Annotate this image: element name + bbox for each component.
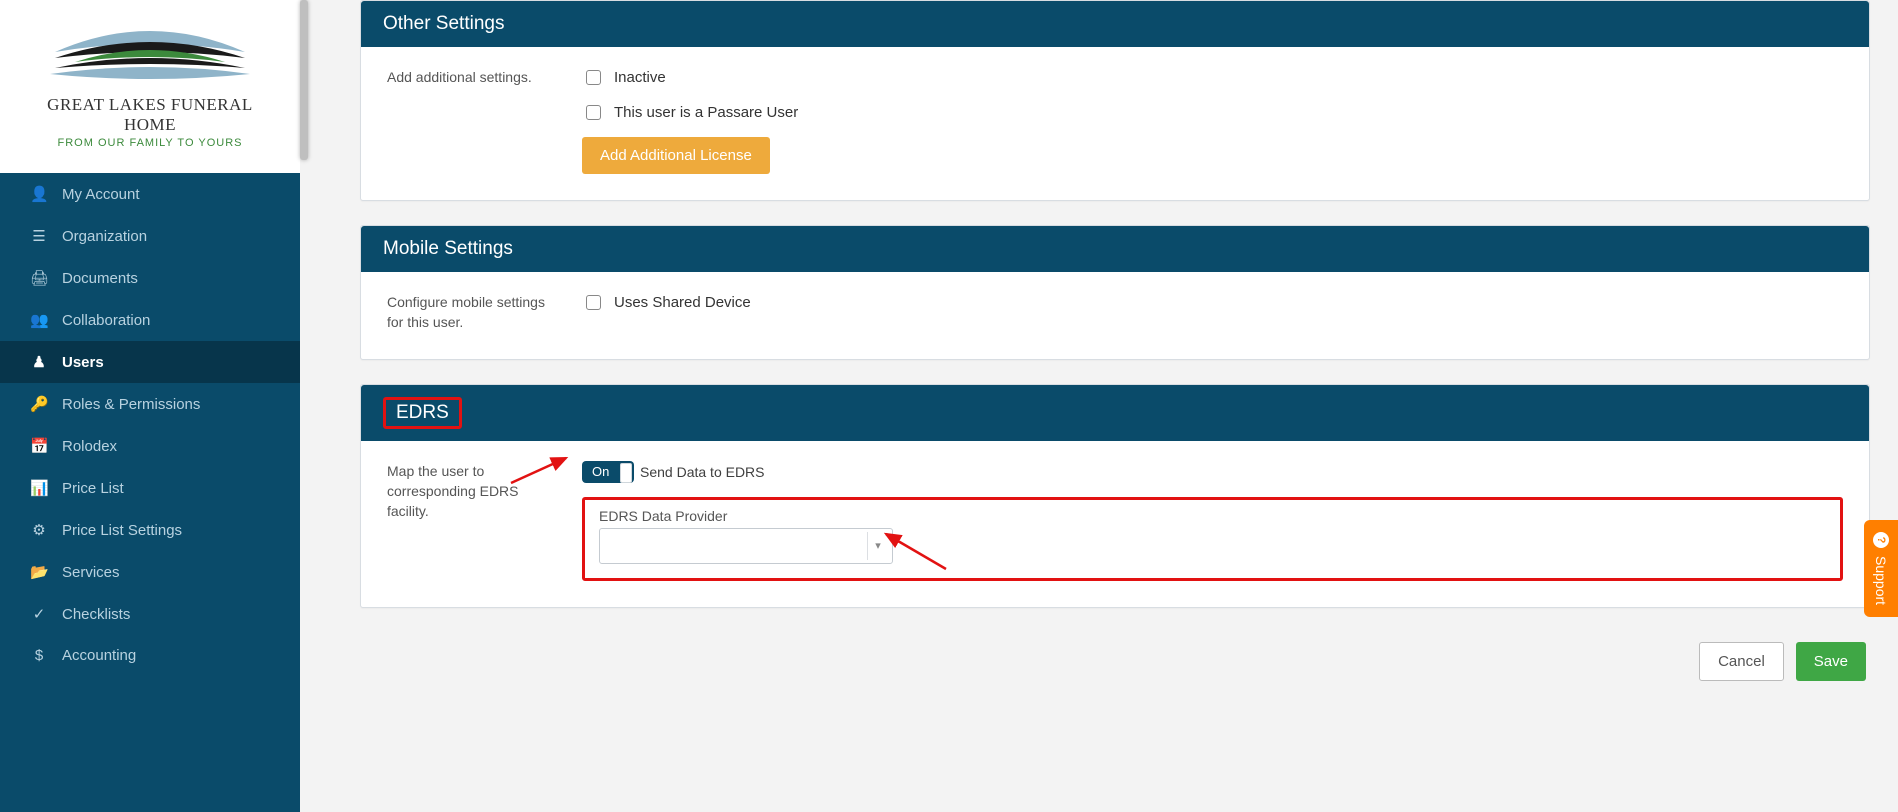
key-icon: 🔑 (30, 395, 48, 413)
chevron-down-icon: ▾ (867, 532, 888, 560)
edrs-toggle-label: Send Data to EDRS (640, 464, 765, 480)
sidebar-item-organization[interactable]: ☰ Organization (0, 215, 300, 257)
support-tab[interactable]: ? Support (1864, 520, 1898, 617)
logo-image (35, 18, 265, 88)
person-icon: ♟ (30, 353, 48, 371)
panel-title: Other Settings (383, 13, 504, 34)
edrs-title-highlight: EDRS (383, 397, 462, 429)
add-license-button[interactable]: Add Additional License (582, 137, 770, 174)
list-icon: ☰ (30, 227, 48, 245)
edrs-provider-label: EDRS Data Provider (599, 508, 1826, 524)
panel-title: Mobile Settings (383, 238, 513, 259)
panel-desc-edrs: Map the user to corresponding EDRS facil… (387, 461, 582, 581)
edrs-provider-select[interactable]: ▾ (599, 528, 893, 564)
gear-icon: ⚙ (30, 521, 48, 539)
sidebar-item-collaboration[interactable]: 👥 Collaboration (0, 299, 300, 341)
sidebar-item-my-account[interactable]: 👤 My Account (0, 173, 300, 215)
printer-icon: 🖨 (30, 269, 48, 287)
sidebar-item-label: Checklists (62, 606, 130, 623)
cancel-button[interactable]: Cancel (1699, 642, 1784, 681)
checkbox-label: Inactive (614, 69, 666, 86)
panel-header-mobile: Mobile Settings (361, 226, 1869, 272)
checkbox-inactive[interactable] (586, 70, 601, 85)
checkbox-label: Uses Shared Device (614, 294, 751, 311)
sidebar-item-users[interactable]: ♟ Users (0, 341, 300, 383)
edrs-toggle[interactable]: On (582, 461, 634, 483)
sidebar-item-rolodex[interactable]: 📅 Rolodex (0, 425, 300, 467)
sidebar-item-price-list[interactable]: 📊 Price List (0, 467, 300, 509)
panel-header-other: Other Settings (361, 1, 1869, 47)
user-icon: 👤 (30, 185, 48, 203)
sidebar-item-accounting[interactable]: $ Accounting (0, 635, 300, 676)
sidebar-item-roles-permissions[interactable]: 🔑 Roles & Permissions (0, 383, 300, 425)
sidebar-item-label: Users (62, 354, 104, 371)
inactive-row[interactable]: Inactive (582, 67, 1843, 88)
sidebar-item-label: Roles & Permissions (62, 396, 200, 413)
save-button[interactable]: Save (1796, 642, 1866, 681)
main-content: Other Settings Add additional settings. … (300, 0, 1898, 812)
sidebar-item-services[interactable]: 📂 Services (0, 551, 300, 593)
group-icon: 👥 (30, 311, 48, 329)
shared-device-row[interactable]: Uses Shared Device (582, 292, 1843, 313)
panel-mobile-settings: Mobile Settings Configure mobile setting… (360, 225, 1870, 360)
sidebar-item-label: Price List (62, 480, 124, 497)
panel-desc-mobile: Configure mobile settings for this user. (387, 292, 582, 333)
support-label: Support (1873, 556, 1889, 605)
checkbox-shared-device[interactable] (586, 295, 601, 310)
dollar-icon: $ (30, 647, 48, 664)
sidebar-item-label: Services (62, 564, 120, 581)
panel-desc-other: Add additional settings. (387, 67, 582, 174)
calendar-icon: 📅 (30, 437, 48, 455)
checkbox-label: This user is a Passare User (614, 104, 798, 121)
edrs-toggle-row: On Send Data to EDRS (582, 461, 1843, 483)
panel-title: EDRS (396, 402, 449, 423)
checkbox-passare[interactable] (586, 105, 601, 120)
logo-subtitle: FROM OUR FAMILY TO YOURS (22, 137, 278, 149)
logo: GREAT LAKES FUNERAL HOME FROM OUR FAMILY… (0, 0, 300, 173)
panel-other-settings: Other Settings Add additional settings. … (360, 0, 1870, 201)
folder-icon: 📂 (30, 563, 48, 581)
footer-actions: Cancel Save (360, 632, 1870, 685)
panel-edrs: EDRS Map the user to corresponding EDRS … (360, 384, 1870, 608)
passare-row[interactable]: This user is a Passare User (582, 102, 1843, 123)
sidebar-item-label: Accounting (62, 647, 136, 664)
sidebar: GREAT LAKES FUNERAL HOME FROM OUR FAMILY… (0, 0, 300, 812)
chart-icon: 📊 (30, 479, 48, 497)
sidebar-item-documents[interactable]: 🖨 Documents (0, 257, 300, 299)
support-icon: ? (1873, 532, 1889, 548)
sidebar-item-label: My Account (62, 186, 140, 203)
logo-title: GREAT LAKES FUNERAL HOME (22, 95, 278, 135)
nav-list: 👤 My Account ☰ Organization 🖨 Documents … (0, 173, 300, 676)
panel-header-edrs: EDRS (361, 385, 1869, 441)
check-icon: ✓ (30, 605, 48, 623)
sidebar-item-price-list-settings[interactable]: ⚙ Price List Settings (0, 509, 300, 551)
sidebar-item-label: Price List Settings (62, 522, 182, 539)
sidebar-item-label: Collaboration (62, 312, 150, 329)
sidebar-item-checklists[interactable]: ✓ Checklists (0, 593, 300, 635)
sidebar-item-label: Documents (62, 270, 138, 287)
edrs-provider-highlight: EDRS Data Provider ▾ (582, 497, 1843, 581)
sidebar-item-label: Organization (62, 228, 147, 245)
sidebar-item-label: Rolodex (62, 438, 117, 455)
